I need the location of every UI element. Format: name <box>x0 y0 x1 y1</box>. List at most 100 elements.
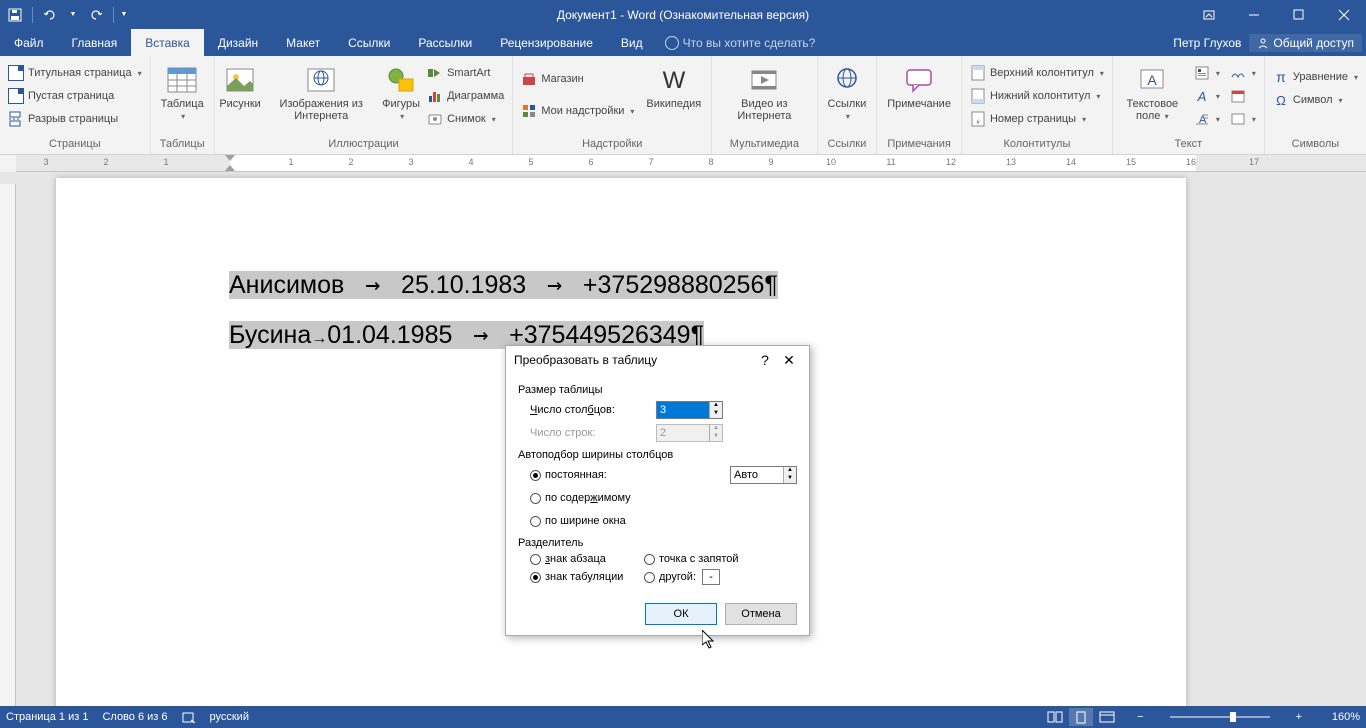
sig-button[interactable]: ▾ <box>1226 62 1260 84</box>
smartart-button[interactable]: SmartArt <box>423 62 508 84</box>
maximize-icon[interactable] <box>1276 0 1321 29</box>
horizontal-ruler[interactable]: 321 1234567891011121314151617 <box>16 155 1366 172</box>
columns-input[interactable] <box>657 402 709 418</box>
table-button[interactable]: Таблица▾ <box>155 62 210 125</box>
group-tables: Таблица▾ Таблицы <box>151 56 215 154</box>
svg-text:A: A <box>1148 72 1158 88</box>
radio-sep-paragraph[interactable]: знак абзаца <box>530 553 640 565</box>
sep-other-input[interactable] <box>702 569 720 585</box>
ribbon-options-icon[interactable] <box>1186 0 1231 29</box>
pagenumber-button[interactable]: #Номер страницы▾ <box>966 108 1108 130</box>
tab-insert[interactable]: Вставка <box>131 29 204 56</box>
radio-sep-semicolon[interactable]: точка с запятой <box>644 553 797 565</box>
spinner-up-icon[interactable]: ▲ <box>784 467 796 475</box>
fixed-width-combo[interactable]: ▲▼ <box>730 466 797 484</box>
tell-me-search[interactable]: Что вы хотите сделать? <box>657 29 824 56</box>
page-break-button[interactable]: Разрыв страницы <box>4 108 146 130</box>
tab-file[interactable]: Файл <box>0 29 58 56</box>
radio-autofit-content[interactable]: по содержимому <box>530 492 631 504</box>
share-button[interactable]: Общий доступ <box>1249 34 1362 52</box>
view-read-icon[interactable] <box>1043 708 1067 726</box>
online-video-button[interactable]: Видео из Интернета <box>716 62 812 124</box>
screenshot-button[interactable]: Снимок▾ <box>423 108 508 130</box>
group-pages-label: Страницы <box>4 137 146 152</box>
zoom-out-button[interactable]: − <box>1133 711 1147 723</box>
radio-fixed-width[interactable]: постоянная: <box>530 469 607 481</box>
undo-icon[interactable] <box>35 0 65 29</box>
wordart-button[interactable]: A▾ <box>1190 85 1224 107</box>
view-print-icon[interactable] <box>1069 708 1093 726</box>
header-button[interactable]: Верхний колонтитул▾ <box>966 62 1108 84</box>
bulb-icon <box>665 36 679 50</box>
comment-button[interactable]: Примечание <box>881 62 957 112</box>
radio-off-icon <box>530 554 541 565</box>
zoom-thumb[interactable] <box>1230 712 1236 722</box>
footer-button[interactable]: Нижний колонтитул▾ <box>966 85 1108 107</box>
cancel-button[interactable]: Отмена <box>725 603 797 625</box>
status-words[interactable]: Слово 6 из 6 <box>102 711 167 723</box>
status-proofing-icon[interactable] <box>182 710 196 724</box>
footer-icon <box>970 88 986 104</box>
dropcap-button[interactable]: A▾ <box>1190 108 1224 130</box>
radio-sep-tab[interactable]: знак табуляции <box>530 569 640 585</box>
window-title: Документ1 - Word (Ознакомительная версия… <box>557 8 809 22</box>
undo-dropdown[interactable]: ▼ <box>65 0 81 29</box>
tab-review[interactable]: Рецензирование <box>486 29 607 56</box>
save-icon[interactable] <box>0 0 30 29</box>
view-web-icon[interactable] <box>1095 708 1119 726</box>
tab-design[interactable]: Дизайн <box>204 29 272 56</box>
document-text[interactable]: Анисимов → 25.10.1983 → +375298880256¶ Б… <box>56 178 1186 350</box>
group-headerfooter: Верхний колонтитул▾ Нижний колонтитул▾ #… <box>962 56 1113 154</box>
ribbon-tabs: Файл Главная Вставка Дизайн Макет Ссылки… <box>0 29 1366 56</box>
links-button[interactable]: Ссылки▾ <box>822 62 873 125</box>
section-separator: Разделитель <box>518 537 797 549</box>
redo-icon[interactable] <box>81 0 111 29</box>
status-language[interactable]: русский <box>210 711 249 723</box>
links-icon <box>831 64 863 96</box>
dialog-close-icon[interactable]: ✕ <box>777 352 801 369</box>
close-icon[interactable] <box>1321 0 1366 29</box>
shapes-button[interactable]: Фигуры▾ <box>381 62 421 125</box>
store-button[interactable]: Магазин <box>517 68 638 90</box>
dialog-titlebar[interactable]: Преобразовать в таблицу ? ✕ <box>506 346 809 374</box>
dialog-help-icon[interactable]: ? <box>753 352 777 368</box>
radio-off-icon <box>530 493 541 504</box>
ok-button[interactable]: ОК <box>645 603 717 625</box>
store-icon <box>521 71 537 87</box>
datetime-button[interactable] <box>1226 85 1260 107</box>
spinner-down-icon[interactable]: ▼ <box>784 475 796 483</box>
tab-home[interactable]: Главная <box>58 29 132 56</box>
zoom-level[interactable]: 160% <box>1320 711 1360 723</box>
fixed-width-input[interactable] <box>731 467 783 483</box>
symbol-button[interactable]: ΩСимвол▾ <box>1269 89 1362 111</box>
quickparts-button[interactable]: ▾ <box>1190 62 1224 84</box>
myaddins-button[interactable]: Мои надстройки▾ <box>517 100 638 122</box>
tab-view[interactable]: Вид <box>607 29 657 56</box>
zoom-slider[interactable] <box>1170 716 1270 718</box>
equation-icon: π <box>1273 69 1289 85</box>
wikipedia-button[interactable]: WВикипедия <box>640 62 707 112</box>
tab-references[interactable]: Ссылки <box>334 29 404 56</box>
online-pictures-button[interactable]: Изображения из Интернета <box>263 62 379 124</box>
object-button[interactable]: ▾ <box>1226 108 1260 130</box>
spinner-up-icon[interactable]: ▲ <box>710 402 722 410</box>
qat-customize[interactable]: ▼ <box>116 0 132 29</box>
zoom-in-button[interactable]: + <box>1292 711 1306 723</box>
tab-layout[interactable]: Макет <box>272 29 334 56</box>
blank-page-button[interactable]: Пустая страница <box>4 85 146 107</box>
group-links-label: Ссылки <box>822 137 873 152</box>
status-page[interactable]: Страница 1 из 1 <box>6 711 88 723</box>
pictures-button[interactable]: Рисунки <box>219 62 262 112</box>
spinner-down-icon[interactable]: ▼ <box>710 410 722 418</box>
textbox-button[interactable]: AТекстовое поле ▾ <box>1117 62 1188 125</box>
cover-page-button[interactable]: Титульная страница▾ <box>4 62 146 84</box>
radio-sep-other[interactable]: другой: <box>644 569 797 585</box>
tab-mailings[interactable]: Рассылки <box>404 29 486 56</box>
chart-button[interactable]: Диаграмма <box>423 85 508 107</box>
minimize-icon[interactable] <box>1231 0 1276 29</box>
radio-autofit-window[interactable]: по ширине окна <box>530 515 626 527</box>
vertical-ruler[interactable] <box>0 184 16 706</box>
user-name[interactable]: Петр Глухов <box>1173 36 1241 50</box>
equation-button[interactable]: πУравнение▾ <box>1269 66 1362 88</box>
columns-spinner[interactable]: ▲▼ <box>656 401 723 419</box>
